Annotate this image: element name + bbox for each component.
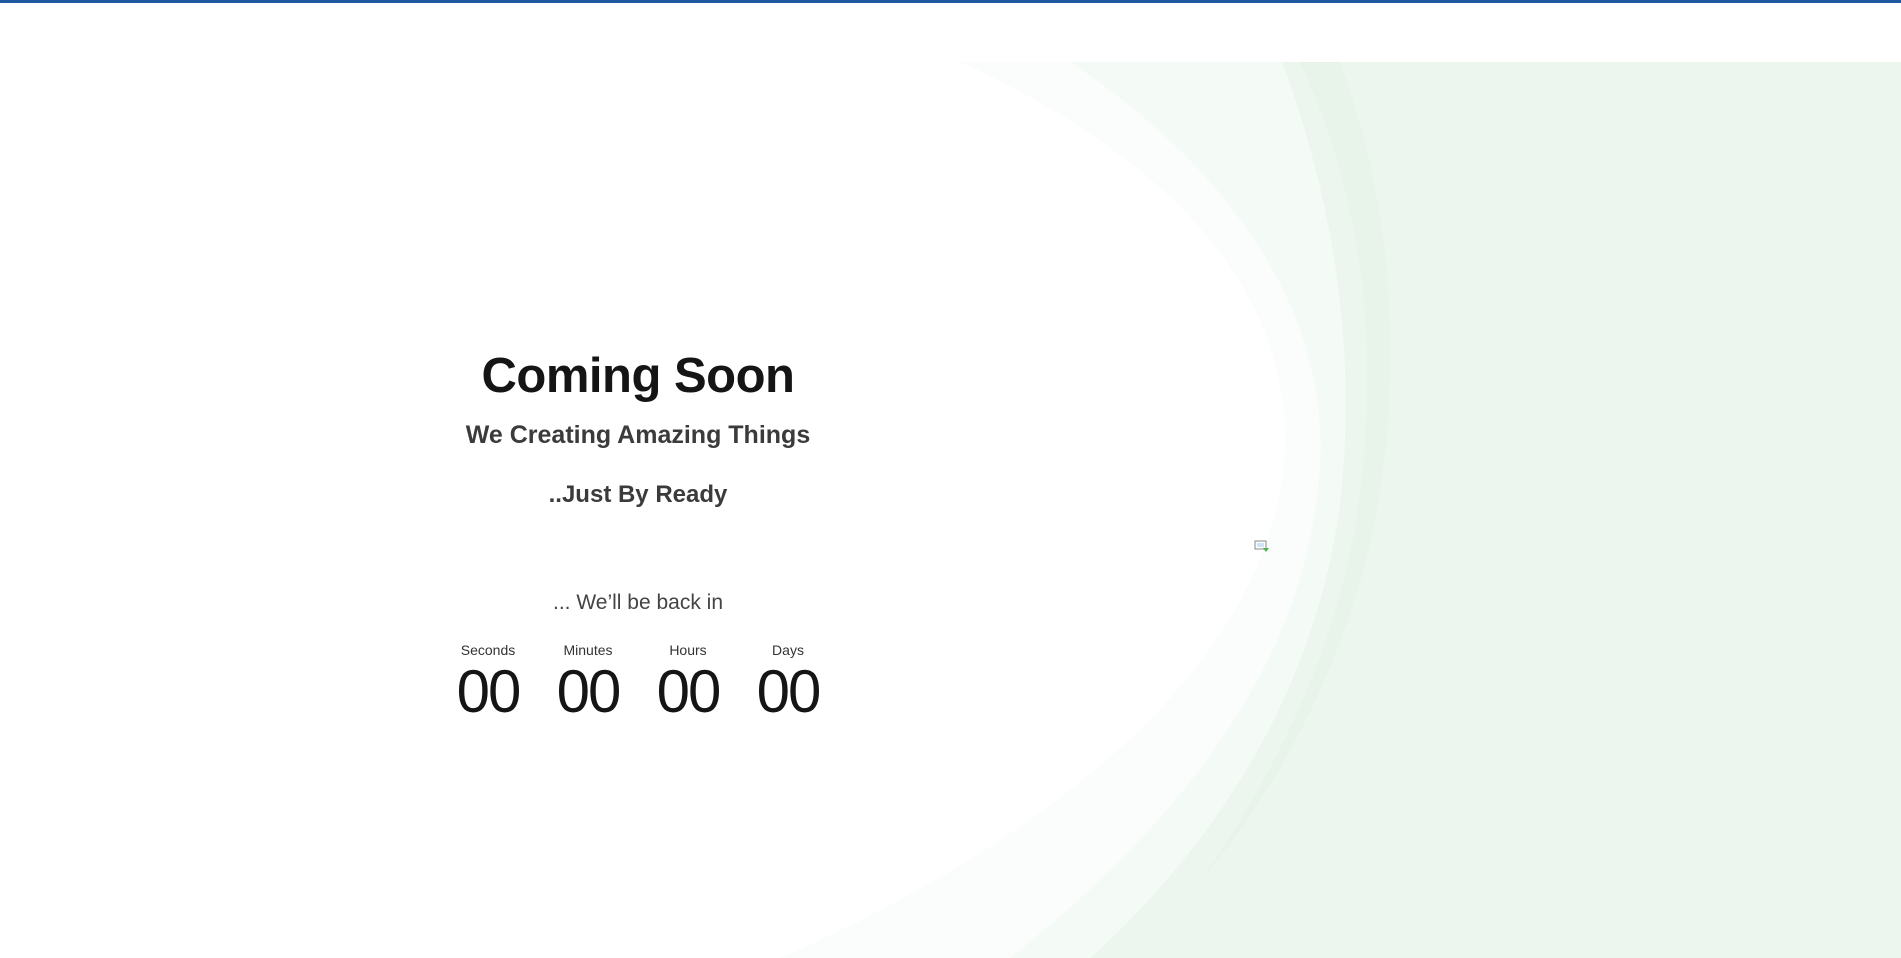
top-accent-bar (0, 0, 1901, 3)
countdown-minutes: Minutes 00 (538, 640, 638, 724)
page-subtitle: We Creating Amazing Things (465, 421, 811, 449)
countdown-timer: Seconds 00 Minutes 00 Hours 00 Days 00 (438, 640, 838, 724)
countdown-hours: Hours 00 (638, 640, 738, 724)
countdown-value: 00 (756, 658, 822, 725)
countdown-label: Hours (669, 642, 707, 658)
broken-image-icon (1254, 539, 1270, 555)
countdown-label: Minutes (563, 642, 613, 658)
countdown-days: Days 00 (738, 640, 838, 724)
countdown-label: Days (772, 642, 804, 658)
page-title: Coming Soon (481, 349, 795, 403)
countdown-value: 00 (456, 658, 522, 725)
countdown-value: 00 (656, 658, 722, 725)
back-in-text: ... We’ll be back in (552, 591, 724, 614)
ready-text: ..Just By Ready (548, 481, 728, 508)
background-decoration (0, 62, 1901, 958)
countdown-seconds: Seconds 00 (438, 640, 538, 724)
countdown-value: 00 (556, 658, 622, 725)
coming-soon-section: Coming Soon We Creating Amazing Things .… (438, 340, 838, 724)
countdown-label: Seconds (460, 642, 516, 658)
